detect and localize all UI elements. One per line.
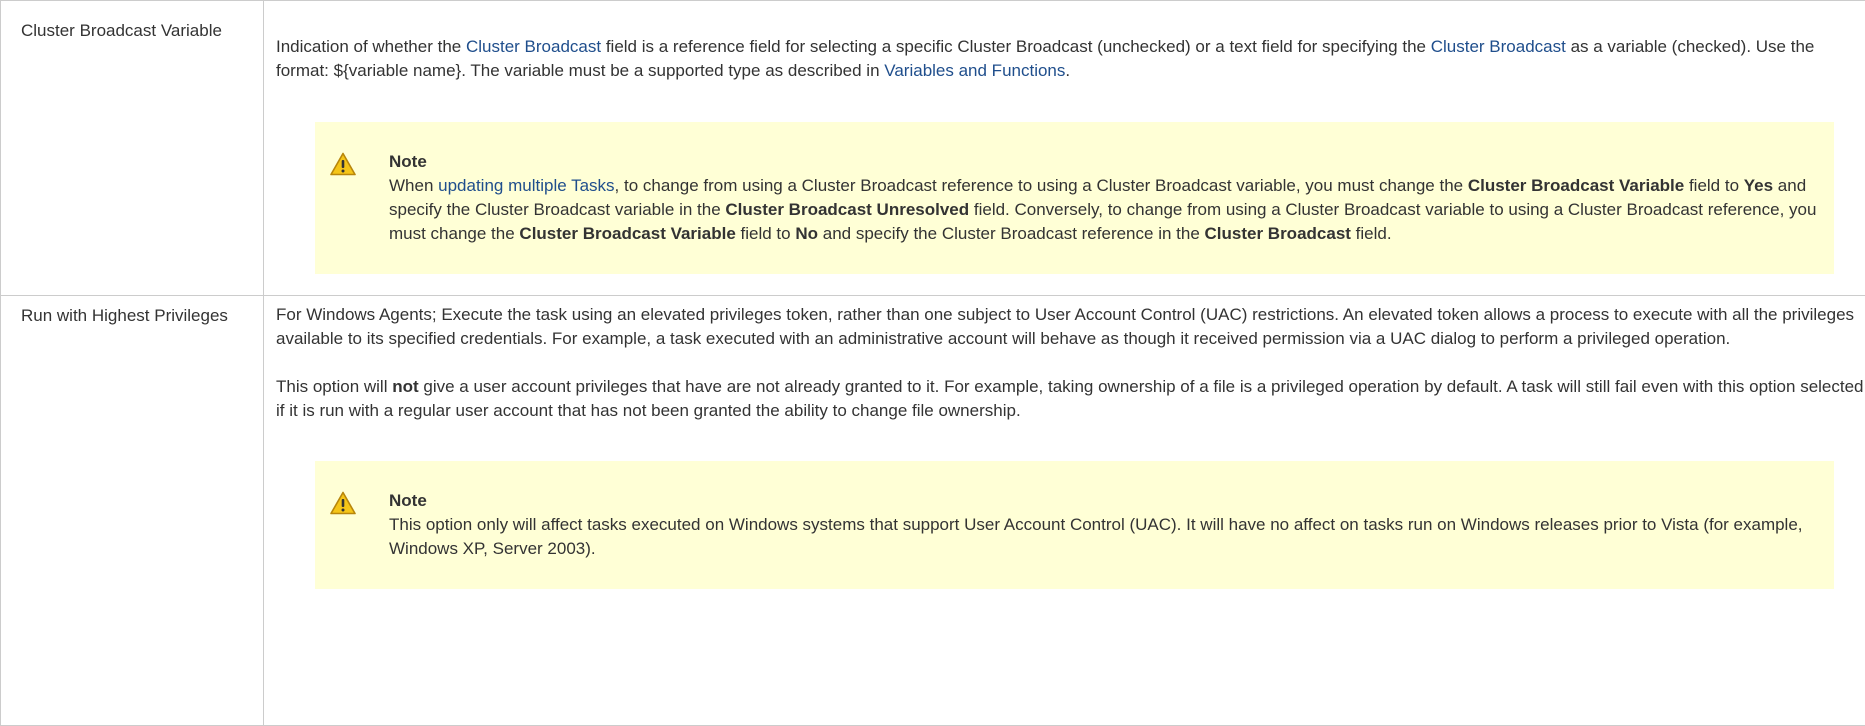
variables-and-functions-link[interactable]: Variables and Functions	[884, 61, 1065, 80]
field-description: Indication of whether the Cluster Broadc…	[276, 35, 1865, 83]
note-title: Note	[389, 150, 1822, 174]
note-text: This option only will affect tasks execu…	[389, 513, 1822, 561]
table-row: Cluster Broadcast Variable Indication of…	[1, 1, 1865, 296]
table-row: Run with Highest Privileges For Windows …	[1, 296, 1865, 726]
cluster-broadcast-link[interactable]: Cluster Broadcast	[1431, 37, 1566, 56]
note-panel: Note When updating multiple Tasks, to ch…	[315, 122, 1834, 274]
field-name: Cluster Broadcast Variable	[21, 21, 222, 40]
note-text: When updating multiple Tasks, to change …	[389, 174, 1822, 246]
cluster-broadcast-link[interactable]: Cluster Broadcast	[466, 37, 601, 56]
field-name-cell: Run with Highest Privileges	[1, 296, 264, 726]
updating-multiple-tasks-link[interactable]: updating multiple Tasks	[438, 176, 614, 195]
warning-icon	[330, 491, 356, 515]
field-description-cell: Indication of whether the Cluster Broadc…	[264, 1, 1865, 296]
warning-icon	[330, 152, 356, 176]
field-name-cell: Cluster Broadcast Variable	[1, 1, 264, 296]
properties-table: Cluster Broadcast Variable Indication of…	[0, 0, 1865, 726]
field-name: Run with Highest Privileges	[21, 306, 228, 325]
field-description-detail: This option will not give a user account…	[276, 375, 1865, 423]
field-description: For Windows Agents; Execute the task usi…	[276, 303, 1865, 351]
note-title: Note	[389, 489, 1822, 513]
field-description-cell: For Windows Agents; Execute the task usi…	[264, 296, 1865, 726]
note-panel: Note This option only will affect tasks …	[315, 461, 1834, 589]
